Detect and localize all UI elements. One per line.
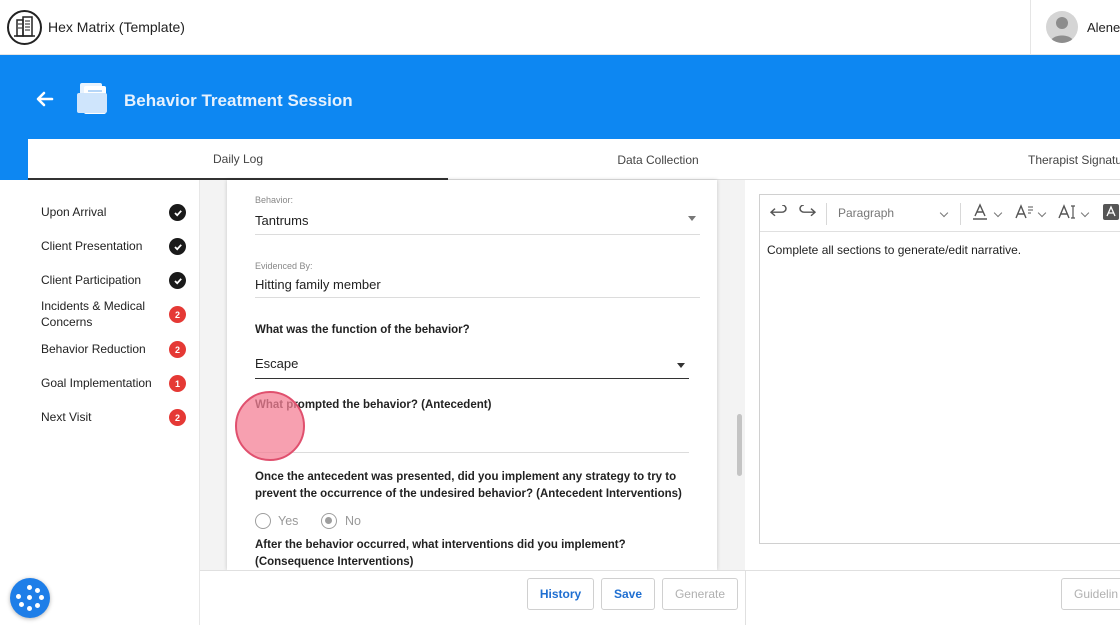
sidebar-item-label: Goal Implementation [41,376,152,390]
click-indicator [235,391,305,461]
generate-button[interactable]: Generate [662,578,738,610]
guidelines-button[interactable]: Guidelin [1061,578,1120,610]
antecedent-input[interactable] [255,420,689,442]
font-color-icon[interactable] [972,203,988,224]
divider [745,570,746,625]
arrow-left-icon[interactable] [34,88,56,110]
accessibility-menu-icon[interactable] [10,578,50,618]
chevron-down-icon[interactable] [677,363,685,368]
avatar[interactable] [1046,11,1078,43]
sidebar-item-incidents[interactable]: Incidents & Medical Concerns [41,298,166,330]
narrative-editor[interactable]: Paragraph Complete all sections to gener… [759,194,1120,544]
divider [255,297,700,298]
text-case-icon[interactable] [1057,203,1077,224]
building-icon[interactable] [7,10,42,45]
function-question: What was the function of the behavior? [255,324,470,336]
behavior-form-card: Behavior: Tantrums Evidenced By: Hitting… [227,180,717,570]
check-icon [169,272,186,289]
chevron-down-icon[interactable] [939,208,949,218]
evidenced-by-label: Evidenced By: [255,261,313,271]
undo-icon[interactable] [769,204,787,224]
top-bar: Hex Matrix (Template) Alene [0,0,1120,55]
tab-bar: Daily Log Data Collection Therapist Sign… [28,139,1120,180]
check-icon [169,204,186,221]
error-count-badge: 2 [169,306,186,323]
radio-yes-label[interactable]: Yes [278,514,298,528]
narrative-panel: Paragraph Complete all sections to gener… [746,180,1120,570]
divider [255,452,689,453]
function-select[interactable]: Escape [255,356,298,371]
toolbar-divider [826,203,827,225]
behavior-select[interactable]: Tantrums [255,213,308,228]
radio-no-label[interactable]: No [345,514,361,528]
user-menu[interactable]: Alene [1030,0,1120,55]
redo-icon[interactable] [798,204,817,224]
paragraph-select[interactable]: Paragraph [838,206,894,220]
error-count-badge: 2 [169,409,186,426]
user-name[interactable]: Alene [1087,20,1120,35]
divider [255,378,689,379]
section-sidebar: Upon Arrival Client Presentation Client … [28,180,200,625]
radio-no[interactable] [321,513,337,529]
tab-data-collection[interactable]: Data Collection [448,139,868,180]
action-bar: History Save Generate Guidelin [200,570,1120,625]
app-title: Hex Matrix (Template) [48,19,185,35]
page-title: Behavior Treatment Session [124,91,353,110]
divider [255,234,700,235]
sidebar-item-label: Behavior Reduction [41,342,146,356]
antecedent-interventions-question: Once the antecedent was presented, did y… [255,471,682,500]
behavior-label: Behavior: [255,195,294,205]
tab-daily-log[interactable]: Daily Log [28,139,448,180]
sidebar-item-label: Incidents & Medical Concerns [41,299,146,329]
save-button[interactable]: Save [601,578,655,610]
chevron-down-icon[interactable] [688,216,696,221]
toolbar-divider [960,203,961,225]
sidebar-item-label: Upon Arrival [41,205,107,219]
scrollbar[interactable] [737,414,742,476]
editor-toolbar: Paragraph [760,195,1120,232]
sidebar-item-label: Next Visit [41,410,92,424]
document-icon [74,79,112,117]
form-panel: Behavior: Tantrums Evidenced By: Hitting… [200,180,745,570]
check-icon [169,238,186,255]
consequence-question: After the behavior occurred, what interv… [255,539,626,568]
font-size-icon[interactable] [1014,203,1034,224]
error-count-badge: 2 [169,341,186,358]
sidebar-item-label: Client Presentation [41,239,143,253]
tab-therapist-signature[interactable]: Therapist Signatu [1028,139,1120,180]
sidebar-item-label: Client Participation [41,273,142,287]
evidenced-by-field[interactable]: Hitting family member [255,277,381,292]
chevron-down-icon[interactable] [1037,208,1047,218]
error-count-badge: 1 [169,375,186,392]
chevron-down-icon[interactable] [1080,208,1090,218]
history-button[interactable]: History [527,578,594,610]
narrative-text[interactable]: Complete all sections to generate/edit n… [767,243,1021,257]
radio-yes[interactable] [255,513,271,529]
text-style-icon[interactable] [1103,204,1119,223]
chevron-down-icon[interactable] [993,208,1003,218]
